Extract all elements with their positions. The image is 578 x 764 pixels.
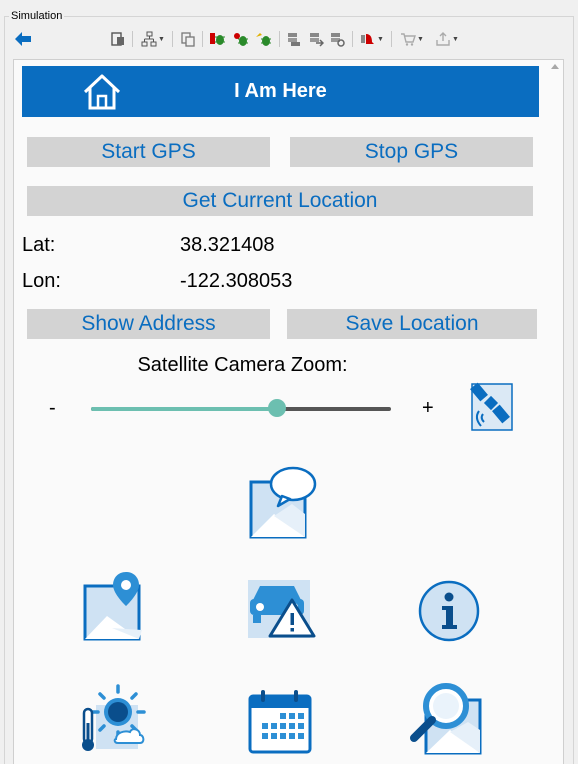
copy-icon[interactable]	[179, 29, 197, 49]
lat-label: Lat:	[22, 234, 56, 256]
map-search-icon[interactable]	[408, 678, 484, 756]
group-label: Simulation	[9, 10, 65, 22]
map-message-icon[interactable]	[248, 466, 318, 540]
show-address-button[interactable]: Show Address	[27, 309, 270, 339]
lon-value: -122.308053	[180, 270, 293, 292]
app-header: I Am Here	[22, 66, 539, 117]
lat-value: 38.321408	[180, 234, 275, 256]
start-gps-button[interactable]: Start GPS	[27, 137, 270, 167]
cart-icon[interactable]: ▼	[398, 29, 426, 49]
zoom-slider-fill	[91, 407, 277, 411]
zoom-slider-thumb[interactable]	[268, 399, 286, 417]
map-pin-icon[interactable]	[82, 570, 144, 642]
app-screen: I Am Here Start GPS Stop GPS Get Current…	[13, 59, 564, 764]
hierarchy-icon[interactable]: ▼	[139, 29, 167, 49]
weather-icon[interactable]	[78, 683, 148, 753]
traffic-warning-icon[interactable]	[246, 578, 316, 640]
stack-refresh-icon[interactable]	[328, 29, 346, 49]
satellite-icon[interactable]	[470, 380, 514, 432]
stop-gps-button[interactable]: Stop GPS	[290, 137, 533, 167]
stack-icon[interactable]	[285, 29, 303, 49]
info-icon[interactable]	[417, 579, 481, 643]
stack-arrow-icon[interactable]	[307, 29, 325, 49]
toolbar: ▼ ▼ ▼ ▼	[6, 27, 572, 53]
get-location-button[interactable]: Get Current Location	[27, 186, 533, 216]
zoom-plus: +	[422, 397, 434, 419]
bug-red-icon[interactable]	[208, 29, 228, 49]
lon-label: Lon:	[22, 270, 61, 292]
upload-icon[interactable]: ▼	[432, 29, 462, 49]
back-arrow-icon[interactable]	[14, 29, 32, 49]
zoom-label: Satellite Camera Zoom:	[137, 354, 348, 376]
bug-green-icon[interactable]	[231, 29, 251, 49]
calendar-icon[interactable]	[247, 688, 313, 754]
bug-yellow-icon[interactable]	[254, 29, 274, 49]
scrollbar[interactable]	[547, 60, 563, 764]
alarm-icon[interactable]: ▼	[358, 29, 386, 49]
zoom-minus: -	[49, 397, 56, 419]
zoom-slider-track[interactable]	[91, 407, 391, 411]
clipboard-icon[interactable]	[109, 29, 127, 49]
scroll-up-arrow[interactable]	[551, 64, 559, 69]
page-title: I Am Here	[234, 80, 327, 102]
save-location-button[interactable]: Save Location	[287, 309, 537, 339]
